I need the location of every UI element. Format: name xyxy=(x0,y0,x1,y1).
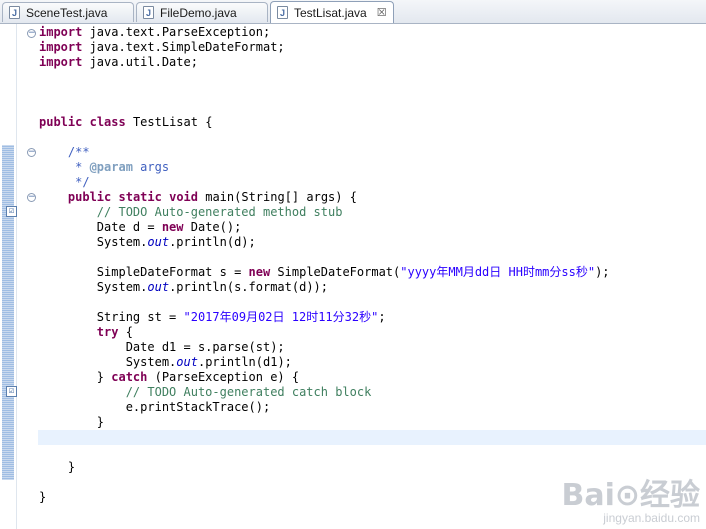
tab-label: SceneTest.java xyxy=(26,5,108,20)
code-line[interactable]: public class TestLisat { xyxy=(39,115,212,130)
code-line[interactable]: import java.text.ParseException; xyxy=(39,25,270,40)
current-line-highlight xyxy=(38,430,706,445)
code-line[interactable]: import java.text.SimpleDateFormat; xyxy=(39,40,285,55)
code-line[interactable]: } catch (ParseException e) { xyxy=(39,370,299,385)
code-line[interactable]: /** xyxy=(39,145,90,160)
tab-filedemo[interactable]: J FileDemo.java xyxy=(136,2,268,22)
code-line[interactable]: */ xyxy=(39,175,89,190)
task-marker-icon[interactable]: ☑ xyxy=(6,206,17,217)
code-line[interactable]: String st = "2017年09月02日 12时11分32秒"; xyxy=(39,310,386,325)
watermark-url: jingyan.baidu.com xyxy=(603,511,700,525)
code-line[interactable]: Date d = new Date(); xyxy=(39,220,242,235)
java-file-icon: J xyxy=(9,6,20,19)
ruler-divider xyxy=(16,24,17,529)
code-line[interactable]: System.out.println(s.format(d)); xyxy=(39,280,328,295)
tab-testlisat[interactable]: J TestLisat.java ☒ xyxy=(270,1,394,23)
code-line[interactable]: // TODO Auto-generated method stub xyxy=(39,205,343,220)
fold-collapse-icon[interactable]: − xyxy=(27,148,36,157)
code-line[interactable]: } xyxy=(39,415,104,430)
code-line[interactable]: * @param args xyxy=(39,160,169,175)
code-line[interactable]: import java.util.Date; xyxy=(39,55,198,70)
code-line[interactable]: } xyxy=(39,490,46,505)
code-line[interactable]: try { xyxy=(39,325,133,340)
ruler-block-main xyxy=(2,145,14,480)
code-line[interactable]: Date d1 = s.parse(st); xyxy=(39,340,285,355)
code-line[interactable]: // TODO Auto-generated catch block xyxy=(39,385,372,400)
code-line[interactable]: System.out.println(d1); xyxy=(39,355,292,370)
code-line[interactable]: } xyxy=(39,460,75,475)
baidu-watermark: Bai⊙经验 jingyan.baidu.com xyxy=(561,478,700,526)
tab-label: FileDemo.java xyxy=(160,5,237,20)
code-line[interactable]: SimpleDateFormat s = new SimpleDateForma… xyxy=(39,265,610,280)
java-file-icon: J xyxy=(277,6,288,19)
task-marker-icon[interactable]: ☑ xyxy=(6,386,17,397)
code-line[interactable]: e.printStackTrace(); xyxy=(39,400,271,415)
tab-scenetest[interactable]: J SceneTest.java xyxy=(2,2,134,22)
fold-collapse-icon[interactable]: − xyxy=(27,193,36,202)
close-icon[interactable]: ☒ xyxy=(377,6,387,19)
code-line[interactable]: public static void main(String[] args) { xyxy=(39,190,357,205)
fold-collapse-icon[interactable]: − xyxy=(27,29,36,38)
editor-tab-bar: J SceneTest.java J FileDemo.java J TestL… xyxy=(0,0,706,24)
java-file-icon: J xyxy=(143,6,154,19)
code-line[interactable]: System.out.println(d); xyxy=(39,235,256,250)
tab-label: TestLisat.java xyxy=(294,5,367,20)
watermark-logo: Bai⊙经验 xyxy=(561,478,700,513)
